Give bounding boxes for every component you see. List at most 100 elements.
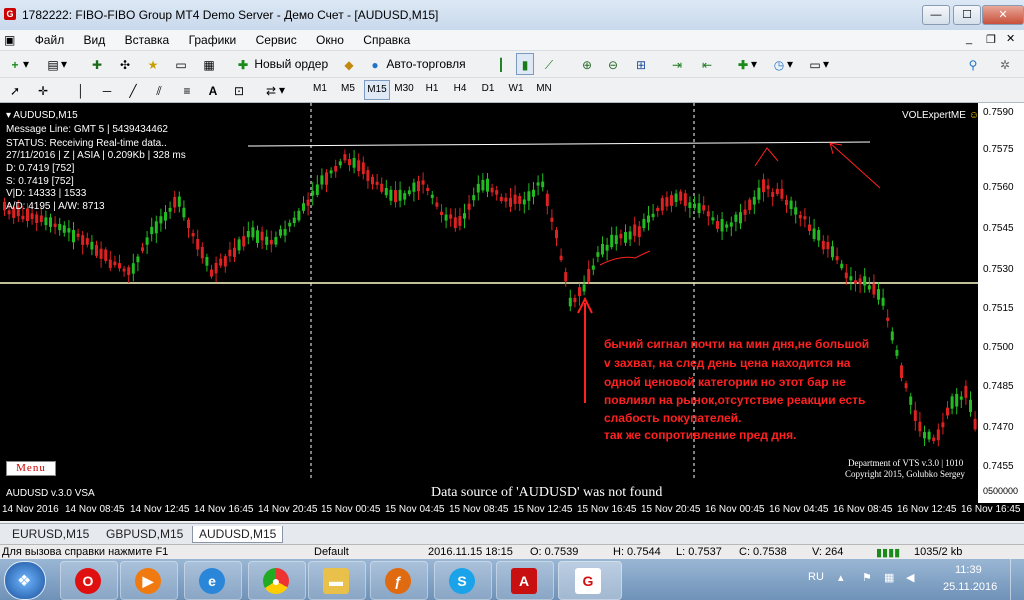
vertical-line-icon: │	[77, 83, 85, 98]
metaeditor-button[interactable]: ◆	[340, 53, 358, 75]
search-button[interactable]: ⚲	[964, 53, 982, 75]
taskbar-chrome[interactable]: ●	[248, 561, 306, 600]
taskbar-pdf-reader[interactable]: A	[496, 561, 554, 600]
profiles-button[interactable]: ▤ ▾	[44, 53, 68, 75]
candle-body	[191, 233, 195, 237]
fibonacci-button[interactable]: ≡	[178, 79, 196, 101]
fibonacci-icon: ≡	[183, 83, 191, 98]
tray-network-icon[interactable]: ▦	[884, 571, 894, 584]
candle-body	[302, 203, 305, 211]
close-button[interactable]: ✕	[982, 5, 1024, 25]
navigator-button[interactable]: ✣	[116, 53, 134, 75]
text-label-button[interactable]: ⊡	[230, 79, 248, 101]
candle-body	[518, 196, 522, 204]
candle-body	[941, 422, 945, 428]
timeframe-m1[interactable]: M1	[308, 80, 332, 98]
maximize-button[interactable]: ☐	[953, 5, 981, 25]
vertical-line-button[interactable]: │	[72, 79, 90, 101]
terminal-button[interactable]: ▭	[172, 53, 190, 75]
candle-body	[748, 199, 752, 211]
candle-body	[361, 162, 365, 175]
taskbar-metatrader[interactable]: G	[558, 561, 622, 600]
tile-windows-button[interactable]: ⊞	[632, 53, 650, 75]
line-chart-button[interactable]: ⟋	[540, 53, 558, 75]
mdi-icon: ▣	[4, 33, 16, 47]
status-low: L: 0.7537	[676, 546, 722, 558]
app-icon: G	[4, 8, 16, 20]
taskbar-media-player[interactable]: ▶	[120, 561, 178, 600]
mdi-close-button[interactable]: ✕	[1006, 32, 1015, 45]
horizontal-line-button[interactable]: ─	[98, 79, 116, 101]
settings-button[interactable]: ✲	[996, 53, 1014, 75]
templates-button[interactable]: ▭ ▾	[806, 53, 830, 75]
taskbar-explorer[interactable]: ▬	[308, 561, 366, 600]
indicators-button[interactable]: ✚ ▾	[734, 53, 758, 75]
menu-tools[interactable]: Сервис	[248, 30, 305, 50]
clock-time[interactable]: 11:39	[955, 564, 982, 576]
timeframe-h4[interactable]: H4	[448, 80, 472, 98]
timeframe-d1[interactable]: D1	[476, 80, 500, 98]
tray-volume-icon[interactable]: ◀	[906, 571, 914, 584]
timeframe-m30[interactable]: M30	[392, 80, 416, 98]
tab-gbpusd[interactable]: GBPUSD,M15	[100, 526, 189, 542]
periods-button[interactable]: ◷ ▾	[770, 53, 794, 75]
candle-body	[679, 191, 683, 201]
zoom-out-button[interactable]: ⊖	[604, 53, 622, 75]
candle-body	[177, 196, 181, 207]
tray-expand-icon[interactable]: ▴	[838, 571, 844, 584]
bar-chart-button[interactable]: ┃	[492, 53, 510, 75]
text-button[interactable]: A	[204, 79, 222, 101]
language-indicator[interactable]: RU	[808, 571, 824, 583]
market-watch-button[interactable]: ✚	[88, 53, 106, 75]
menu-window[interactable]: Окно	[308, 30, 352, 50]
new-order-button[interactable]: ✚ Новый ордер	[234, 53, 329, 75]
show-desktop-button[interactable]	[1010, 559, 1023, 600]
menu-help[interactable]: Справка	[355, 30, 418, 50]
auto-scroll-button[interactable]: ⇥	[668, 53, 686, 75]
taskbar-internet-explorer[interactable]: e	[184, 561, 242, 600]
menu-button[interactable]: Menu	[6, 461, 56, 476]
equidistant-channel-button[interactable]: ⫽	[150, 79, 168, 101]
data-window-button[interactable]: ★	[144, 53, 162, 75]
annotation-line-2: v захват, на след день цена находится на	[604, 356, 851, 370]
start-button[interactable]: ❖	[4, 561, 46, 600]
zoom-in-button[interactable]: ⊕	[578, 53, 596, 75]
time-label: 15 Nov 00:45	[321, 504, 381, 515]
minimize-button[interactable]: —	[922, 5, 950, 25]
candle-body	[927, 431, 931, 440]
new-chart-button[interactable]: + ▾	[6, 53, 30, 75]
tray-flag-icon[interactable]: ⚑	[862, 571, 872, 584]
mdi-minimize-button[interactable]: _	[966, 33, 972, 45]
menu-charts[interactable]: Графики	[181, 30, 245, 50]
autotrading-button[interactable]: ● Авто-торговля	[366, 53, 467, 75]
clock-date[interactable]: 25.11.2016	[943, 581, 997, 593]
candle-body	[697, 203, 701, 214]
crosshair-button[interactable]: ✛	[34, 79, 52, 101]
time-label: 15 Nov 04:45	[385, 504, 445, 515]
tab-audusd[interactable]: AUDUSD,M15	[192, 526, 284, 543]
candle-body	[545, 193, 549, 207]
timeframe-mn[interactable]: MN	[532, 80, 556, 98]
tab-eurusd[interactable]: EURUSD,M15	[6, 526, 95, 542]
trendline-button[interactable]: ╱	[124, 79, 142, 101]
tester-button[interactable]: ▦	[200, 53, 218, 75]
menu-insert[interactable]: Вставка	[117, 30, 178, 50]
mdi-restore-button[interactable]: ❐	[986, 33, 996, 46]
menu-file[interactable]: Файл	[27, 30, 73, 50]
taskbar-opera[interactable]: O	[60, 561, 118, 600]
cursor-button[interactable]: ➚	[6, 79, 24, 101]
timeframe-h1[interactable]: H1	[420, 80, 444, 98]
menu-view[interactable]: Вид	[76, 30, 114, 50]
taskbar: ❖ O ▶ e ● ▬ ƒ S A G RU ▴ ⚑ ▦ ◀ 11:39 25.…	[0, 559, 1024, 600]
arrows-button[interactable]: ⇄ ▾	[262, 79, 286, 101]
candle-body	[214, 262, 218, 274]
timeframe-m15[interactable]: M15	[364, 80, 390, 100]
candlestick-button[interactable]: ▮	[516, 53, 534, 75]
candle-body	[131, 263, 135, 274]
taskbar-skype[interactable]: S	[434, 561, 492, 600]
taskbar-firefox[interactable]: ƒ	[370, 561, 428, 600]
candle-body	[886, 317, 890, 321]
timeframe-m5[interactable]: M5	[336, 80, 360, 98]
chart-shift-button[interactable]: ⇤	[698, 53, 716, 75]
timeframe-w1[interactable]: W1	[504, 80, 528, 98]
